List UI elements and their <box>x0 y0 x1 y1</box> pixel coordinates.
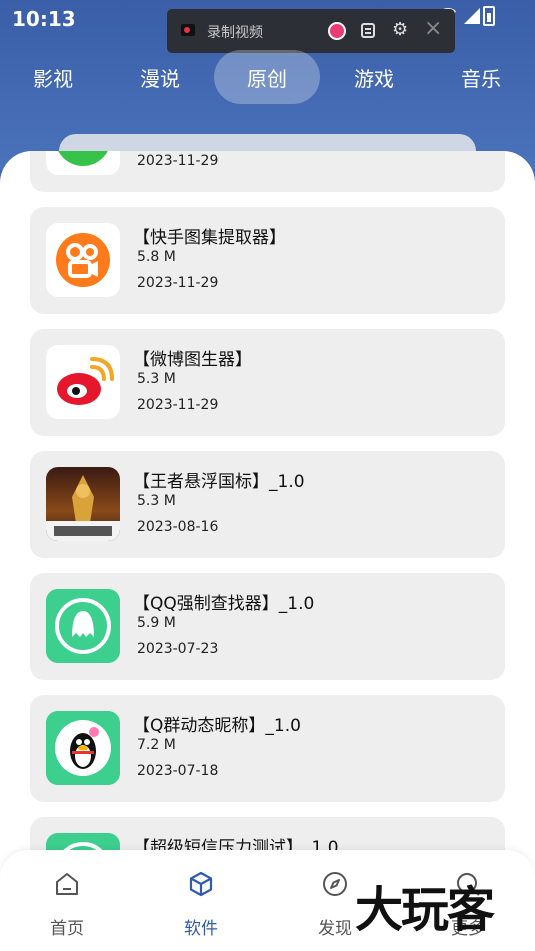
tab-games[interactable]: 游戏 <box>321 50 427 104</box>
app-date: 2023-11-29 <box>137 397 219 413</box>
nav-home[interactable]: 首页 <box>0 850 134 951</box>
app-size: 5.8 M <box>137 249 176 265</box>
close-icon[interactable]: × <box>424 17 442 41</box>
cube-icon <box>189 871 213 897</box>
list-item[interactable]: 【QQ强制查找器】_1.0 5.9 M 2023-07-23 <box>30 573 505 680</box>
tab-comics[interactable]: 漫说 <box>107 50 213 104</box>
tab-music[interactable]: 音乐 <box>428 50 534 104</box>
list-item[interactable]: 【微博图生器】 5.3 M 2023-11-29 <box>30 329 505 436</box>
kuaishou-icon <box>46 223 120 297</box>
app-name: 【Q群动态昵称】_1.0 <box>133 716 301 736</box>
green-app-icon <box>46 151 120 175</box>
app-size: 7.2 M <box>137 737 176 753</box>
compass-icon <box>323 872 347 896</box>
signal-icon <box>464 8 480 24</box>
battery-icon <box>483 6 495 26</box>
list-item[interactable]: 【Q群动态昵称】_1.0 7.2 M 2023-07-18 <box>30 695 505 802</box>
app-date: 2023-07-18 <box>137 763 219 779</box>
watermark-text: 大玩客 <box>355 882 495 938</box>
record-button[interactable] <box>328 22 346 40</box>
tab-original[interactable]: 原创 <box>214 50 320 104</box>
home-icon <box>56 873 78 895</box>
app-size: 5.3 M <box>137 493 176 509</box>
app-name: 【QQ强制查找器】_1.0 <box>133 594 315 614</box>
app-list: 2023-11-29 【快手图集提取器】 5.8 M 2023-11-29 【微… <box>0 151 535 951</box>
tab-movies[interactable]: 影视 <box>0 50 106 104</box>
app-date: 2023-11-29 <box>137 153 219 169</box>
app-size: 5.9 M <box>137 615 176 631</box>
list-item[interactable]: 【王者悬浮国标】_1.0 5.3 M 2023-08-16 <box>30 451 505 558</box>
app-date: 2023-11-29 <box>137 275 219 291</box>
app-name: 【微博图生器】 <box>133 350 252 370</box>
app-name: 【快手图集提取器】 <box>133 228 286 248</box>
list-item[interactable]: 2023-11-29 <box>30 151 505 192</box>
qq-ghost-icon <box>46 589 120 663</box>
list-item[interactable]: 【快手图集提取器】 5.8 M 2023-11-29 <box>30 207 505 314</box>
list-icon[interactable] <box>361 23 375 38</box>
screen-recorder-overlay[interactable]: 录制视频 ⚙ × <box>167 9 455 53</box>
nav-home-label: 首页 <box>50 919 84 939</box>
game-hero-icon <box>46 467 120 541</box>
app-name: 【王者悬浮国标】_1.0 <box>133 472 305 492</box>
app-size: 5.3 M <box>137 371 176 387</box>
app-date: 2023-07-23 <box>137 641 219 657</box>
status-time: 10:13 <box>12 7 76 31</box>
weibo-icon <box>46 345 120 419</box>
gear-icon[interactable]: ⚙ <box>392 20 408 40</box>
app-date: 2023-08-16 <box>137 519 219 535</box>
nav-software-label: 软件 <box>184 919 218 939</box>
nav-software[interactable]: 软件 <box>134 850 268 951</box>
recorder-title: 录制视频 <box>207 25 263 41</box>
qq-penguin-icon <box>46 711 120 785</box>
category-tabs: 影视 漫说 原创 游戏 音乐 <box>0 50 535 104</box>
recorder-logo-icon <box>181 24 195 36</box>
